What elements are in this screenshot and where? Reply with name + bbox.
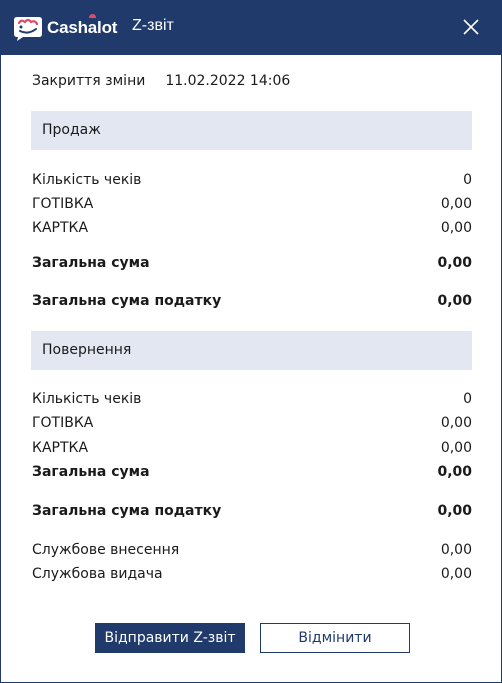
z-report-dialog: Cashalot Z-звіт Закриття зміни 11.02.202… (0, 0, 502, 683)
row-label: Загальна сума податку (32, 503, 222, 519)
returns-total-row: Загальна сума 0,00 (32, 462, 472, 482)
row-label: ГОТІВКА (32, 415, 94, 431)
row-value: 0,00 (440, 542, 472, 558)
sales-total-row: Загальна сума 0,00 (32, 253, 472, 273)
row-value: 0,00 (440, 566, 472, 582)
close-button[interactable] (461, 17, 481, 37)
service-deposit-row: Службове внесення 0,00 (32, 540, 472, 560)
window-title: Z-звіт (132, 17, 174, 34)
row-value: 0,00 (437, 293, 472, 309)
row-label: Кількість чеків (32, 391, 142, 407)
sales-cash-row: ГОТІВКА 0,00 (32, 194, 472, 214)
returns-receipt-count-row: Кількість чеків 0 (32, 389, 472, 409)
row-label: Службове внесення (32, 542, 180, 558)
row-label: КАРТКА (32, 440, 89, 456)
row-label: Службова видача (32, 566, 163, 582)
row-value: 0,00 (440, 440, 472, 456)
cashalot-logo: Cashalot (11, 12, 117, 44)
close-icon (463, 19, 479, 35)
send-z-report-button[interactable]: Відправити Z-звіт (95, 623, 245, 653)
row-value: 0 (463, 172, 472, 188)
row-value: 0,00 (437, 464, 472, 480)
logo-text: Cashalot (47, 18, 118, 37)
sales-section-header: Продаж (31, 111, 472, 150)
row-label: Загальна сума (32, 255, 150, 271)
returns-card-row: КАРТКА 0,00 (32, 438, 472, 458)
returns-cash-row: ГОТІВКА 0,00 (32, 413, 472, 433)
service-withdrawal-row: Службова видача 0,00 (32, 564, 472, 584)
returns-section-header: Повернення (31, 331, 472, 370)
row-label: Загальна сума податку (32, 293, 222, 309)
row-value: 0,00 (437, 255, 472, 271)
row-value: 0,00 (440, 220, 472, 236)
sales-receipt-count-row: Кількість чеків 0 (32, 170, 472, 190)
row-value: 0,00 (440, 415, 472, 431)
shift-close-datetime: 11.02.2022 14:06 (165, 73, 291, 89)
shift-close-row: Закриття зміни 11.02.2022 14:06 (32, 73, 290, 89)
row-value: 0,00 (440, 196, 472, 212)
sales-card-row: КАРТКА 0,00 (32, 218, 472, 238)
cancel-button[interactable]: Відмінити (260, 623, 410, 653)
row-value: 0 (463, 391, 472, 407)
row-label: Загальна сума (32, 464, 150, 480)
row-label: Кількість чеків (32, 172, 142, 188)
row-label: ГОТІВКА (32, 196, 94, 212)
sales-tax-total-row: Загальна сума податку 0,00 (32, 291, 472, 311)
shift-close-label: Закриття зміни (32, 73, 146, 89)
cashalot-logo-icon (14, 17, 42, 41)
row-value: 0,00 (437, 503, 472, 519)
title-bar: Cashalot Z-звіт (1, 1, 501, 55)
returns-tax-total-row: Загальна сума податку 0,00 (32, 501, 472, 521)
row-label: КАРТКА (32, 220, 89, 236)
